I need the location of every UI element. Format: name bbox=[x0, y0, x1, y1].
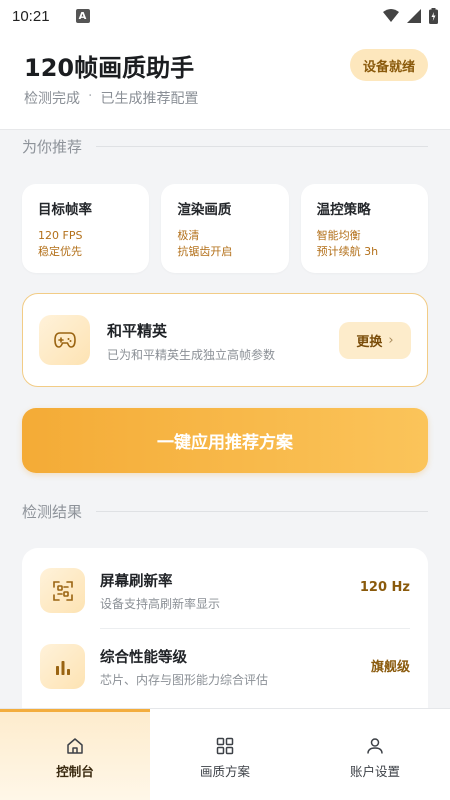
result-title: 屏幕刷新率 bbox=[100, 574, 173, 590]
result-divider bbox=[100, 628, 410, 629]
page-subtitle: 检测完成 · 已生成推荐配置 bbox=[24, 88, 198, 108]
subtitle-separator: · bbox=[88, 88, 93, 104]
result-description: 设备支持高刷新率显示 bbox=[100, 597, 221, 611]
bar-chart-icon bbox=[40, 644, 85, 689]
signal-icon bbox=[407, 9, 421, 23]
page-title: 120帧画质助手 bbox=[24, 54, 195, 82]
grid-icon bbox=[216, 737, 234, 755]
result-value: 旗舰级 bbox=[370, 660, 410, 675]
status-bar: 10:21 A bbox=[0, 0, 450, 32]
recommend-section-header: 为你推荐 bbox=[22, 136, 428, 157]
device-ready-badge: 设备就绪 bbox=[350, 49, 428, 81]
section-divider bbox=[96, 146, 428, 147]
rec-card-title: 目标帧率 bbox=[38, 202, 92, 218]
gamepad-icon bbox=[39, 315, 90, 365]
nav-item-quality-plans[interactable]: 画质方案 bbox=[150, 709, 300, 800]
nav-item-console[interactable]: 控制台 bbox=[0, 709, 150, 800]
nav-item-account-settings[interactable]: 账户设置 bbox=[300, 709, 450, 800]
change-game-button[interactable]: 更换 › bbox=[339, 322, 411, 359]
game-card: 和平精英 已为和平精英生成独立高帧参数 更换 › bbox=[22, 293, 428, 387]
apply-recommendation-button[interactable]: 一键应用推荐方案 bbox=[22, 408, 428, 473]
nav-label: 控制台 bbox=[56, 764, 94, 779]
result-value: 120 Hz bbox=[359, 580, 410, 595]
status-icons bbox=[383, 8, 438, 24]
user-icon bbox=[367, 738, 383, 754]
game-name: 和平精英 bbox=[107, 322, 168, 340]
wifi-icon bbox=[383, 9, 399, 22]
status-time: 10:21 bbox=[12, 7, 50, 25]
result-title: 综合性能等级 bbox=[100, 650, 187, 666]
scan-icon bbox=[40, 568, 85, 613]
rec-card-thermal[interactable]: 温控策略 智能均衡 预计续航 3h bbox=[300, 184, 428, 273]
subtitle-status: 检测完成 bbox=[24, 91, 80, 107]
battery-icon bbox=[429, 8, 438, 24]
rec-card-note: 预计续航 3h bbox=[316, 245, 379, 258]
rec-card-note: 抗锯齿开启 bbox=[177, 245, 233, 258]
rec-card-value: 120 FPS bbox=[38, 229, 83, 242]
notification-icon: A bbox=[75, 9, 90, 23]
game-description: 已为和平精英生成独立高帧参数 bbox=[107, 348, 276, 362]
change-game-label: 更换 bbox=[356, 335, 383, 350]
rec-card-value: 极清 bbox=[177, 229, 200, 242]
subtitle-detail: 已生成推荐配置 bbox=[100, 91, 199, 107]
rec-card-title: 温控策略 bbox=[316, 202, 371, 218]
nav-label: 画质方案 bbox=[199, 764, 250, 779]
result-description: 芯片、内存与图形能力综合评估 bbox=[100, 673, 269, 687]
nav-label: 账户设置 bbox=[349, 764, 400, 779]
home-icon bbox=[67, 738, 83, 754]
rec-card-value: 智能均衡 bbox=[316, 229, 361, 242]
results-section-header: 检测结果 bbox=[22, 501, 428, 522]
chevron-right-icon: › bbox=[388, 333, 394, 348]
recommend-section-title: 为你推荐 bbox=[22, 138, 83, 156]
rec-card-title: 渲染画质 bbox=[177, 202, 232, 218]
section-divider bbox=[96, 511, 428, 512]
result-row-performance[interactable]: 综合性能等级 芯片、内存与图形能力综合评估 旗舰级 bbox=[22, 636, 428, 696]
bottom-nav: 控制台 画质方案 账户设置 bbox=[0, 708, 450, 800]
rec-card-framerate[interactable]: 目标帧率 120 FPS 稳定优先 bbox=[22, 184, 150, 273]
result-row-refresh-rate[interactable]: 屏幕刷新率 设备支持高刷新率显示 120 Hz bbox=[22, 560, 428, 620]
rec-card-note: 稳定优先 bbox=[38, 245, 82, 258]
recommend-cards: 目标帧率 120 FPS 稳定优先 渲染画质 极清 抗锯齿开启 温控策略 智能均… bbox=[22, 184, 428, 273]
app-header: 120帧画质助手 检测完成 · 已生成推荐配置 设备就绪 bbox=[0, 32, 450, 130]
results-section-title: 检测结果 bbox=[22, 503, 83, 521]
rec-card-quality[interactable]: 渲染画质 极清 抗锯齿开启 bbox=[161, 184, 289, 273]
